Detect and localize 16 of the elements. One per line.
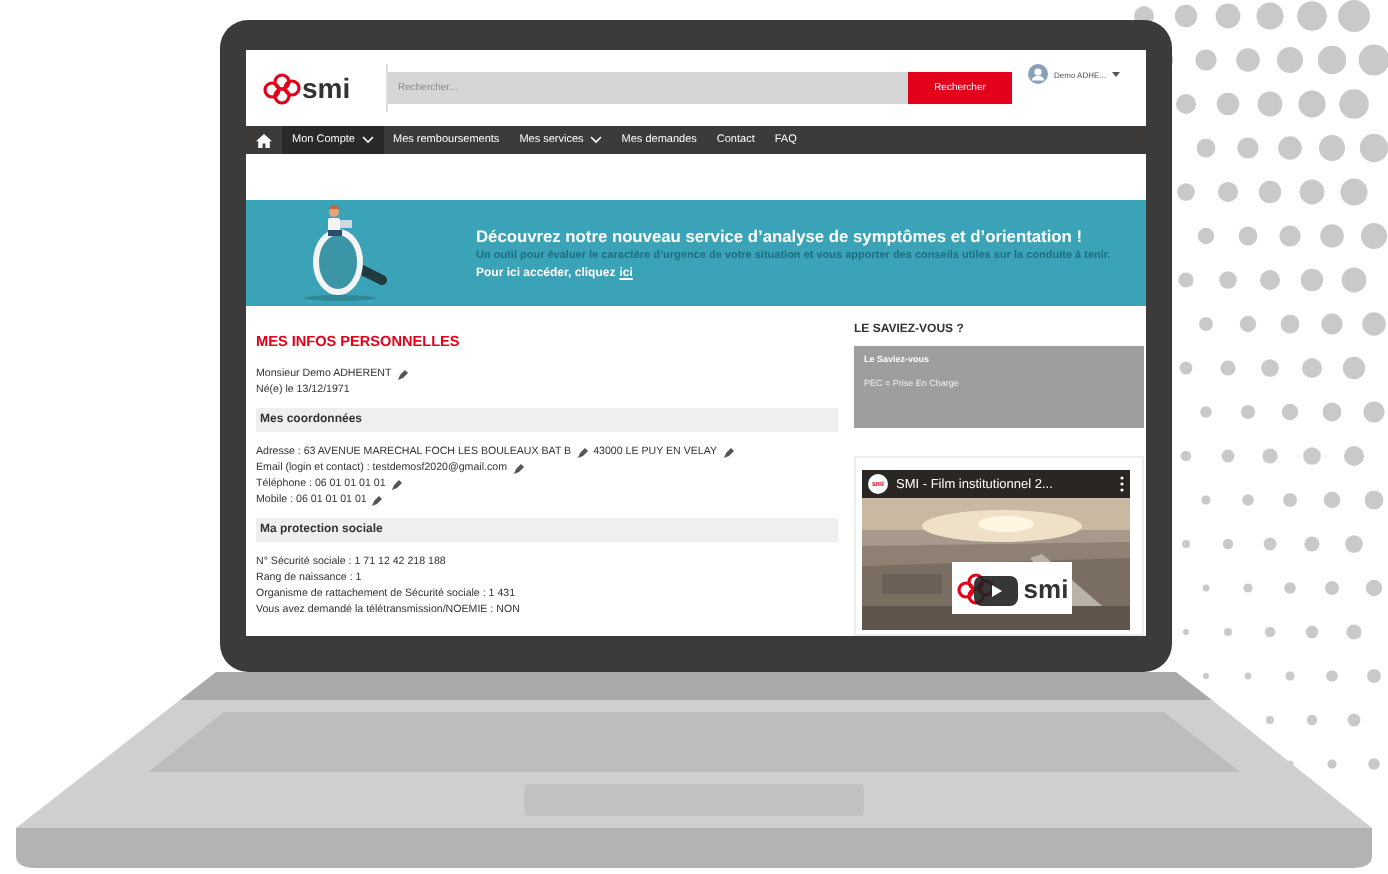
logo-text: smi bbox=[1023, 573, 1069, 603]
chevron-down-icon[interactable] bbox=[589, 136, 602, 144]
pencil-icon[interactable] bbox=[513, 463, 523, 473]
pencil-icon[interactable] bbox=[372, 495, 383, 505]
pencil-icon[interactable] bbox=[397, 369, 408, 379]
logo-text: smi bbox=[302, 74, 351, 102]
logo-icon bbox=[262, 70, 302, 106]
pencil-icon[interactable] bbox=[577, 447, 588, 457]
home-icon[interactable] bbox=[256, 133, 272, 147]
pencil-icon[interactable] bbox=[391, 479, 402, 489]
banner-title: Découvrez notre nouveau service d’analyse de symptômes et d’orientation ! bbox=[476, 225, 1084, 246]
caret-icon[interactable] bbox=[1112, 71, 1121, 77]
chevron-down-icon[interactable] bbox=[361, 136, 373, 144]
user-avatar-icon[interactable] bbox=[1028, 64, 1048, 84]
play-button-icon[interactable] bbox=[974, 576, 1018, 606]
pencil-icon[interactable] bbox=[723, 447, 734, 457]
